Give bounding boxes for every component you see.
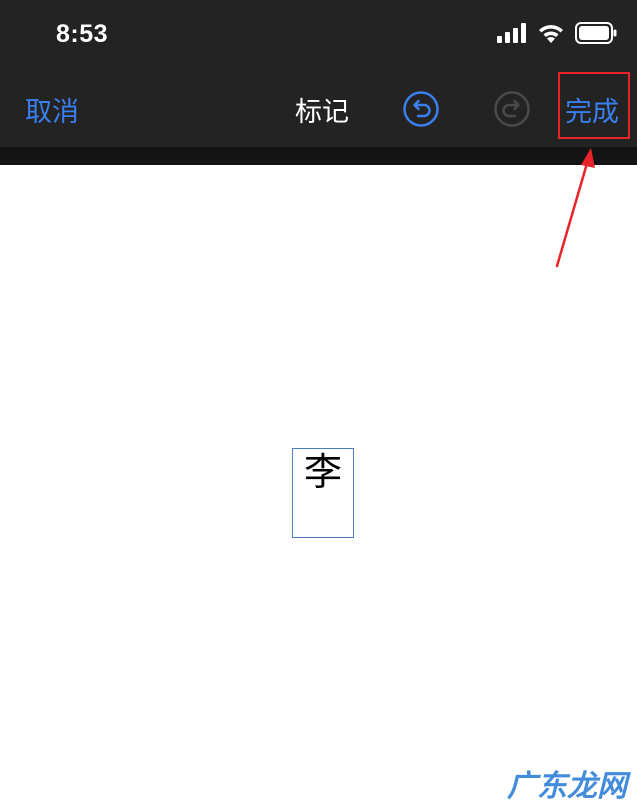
- page-title: 标记: [295, 97, 349, 128]
- undo-button[interactable]: [403, 91, 439, 127]
- markup-screen: 8:53 取消 标记 完成 李 广东龙网: [0, 0, 637, 811]
- watermark-logo: 广东龙网: [507, 770, 627, 803]
- text-annotation-content: 李: [304, 450, 343, 494]
- annotation-arrow-icon: [555, 148, 595, 268]
- wifi-icon: [537, 23, 565, 48]
- battery-icon: [575, 22, 617, 48]
- redo-button[interactable]: [494, 91, 530, 127]
- done-highlight-box: [558, 72, 630, 139]
- status-time: 8:53: [56, 20, 109, 48]
- redo-icon: [494, 91, 530, 127]
- cancel-button[interactable]: 取消: [25, 90, 79, 129]
- undo-icon: [403, 91, 439, 127]
- status-icons: [497, 22, 617, 48]
- cellular-signal-icon: [497, 23, 527, 47]
